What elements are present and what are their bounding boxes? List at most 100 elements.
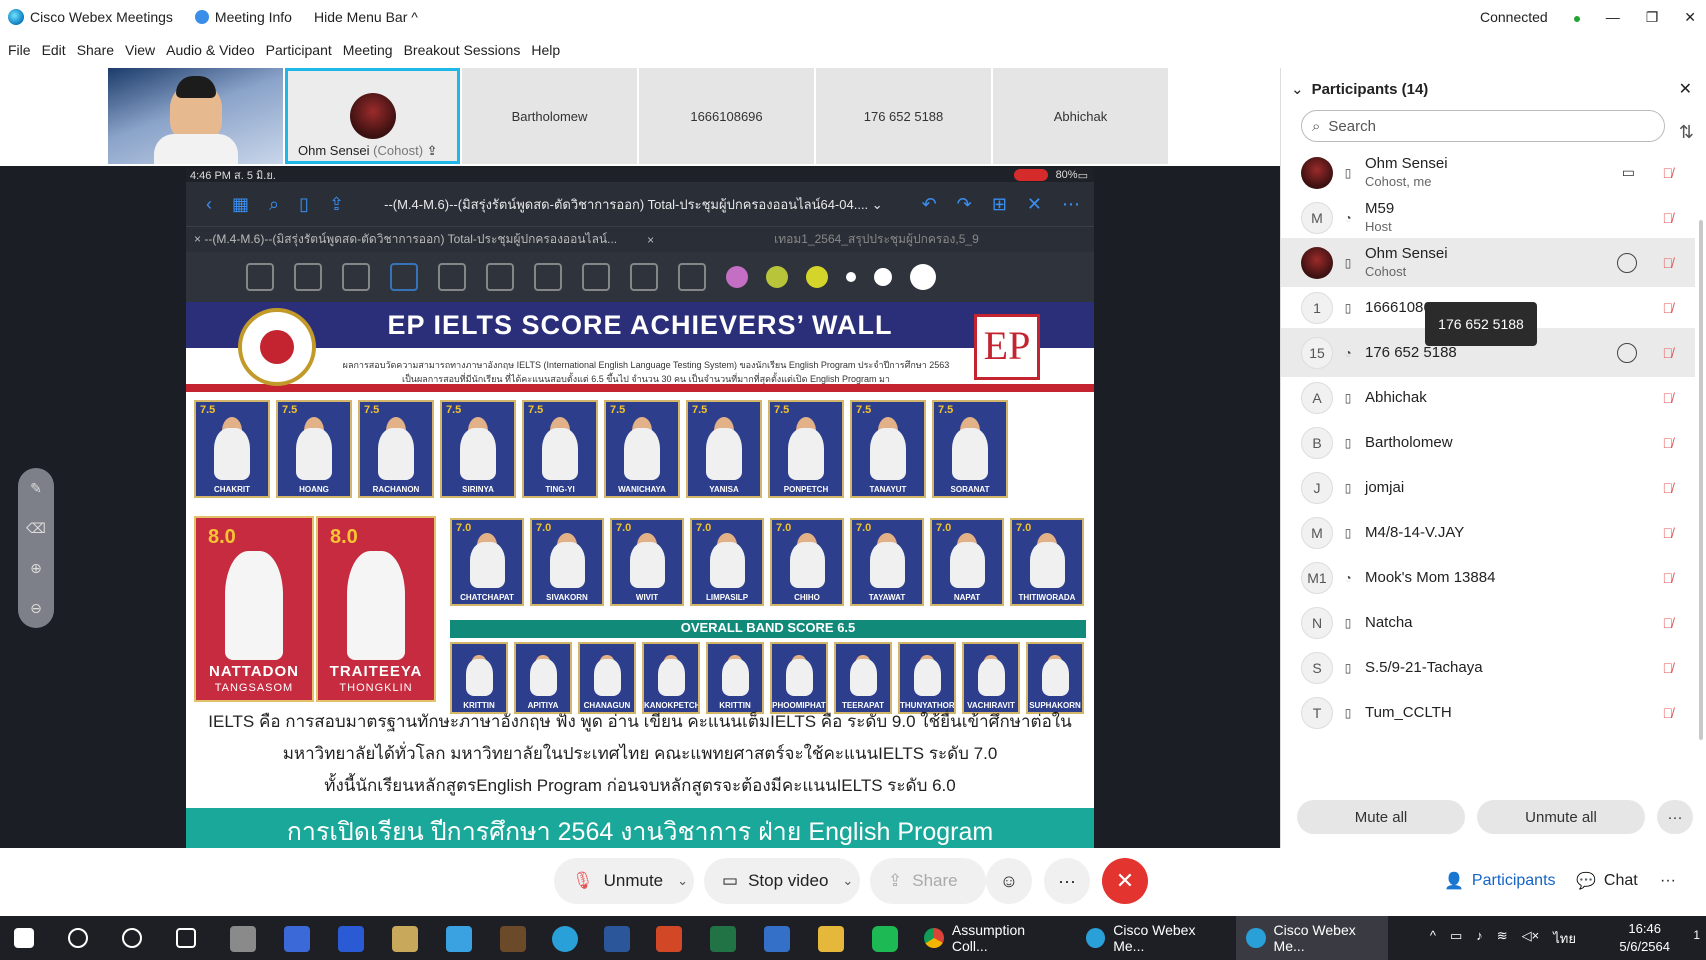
- close-panel-button[interactable]: ✕: [1679, 79, 1692, 99]
- game-icon[interactable]: [230, 926, 256, 952]
- muted-mic-icon[interactable]: 🎙̸: [1663, 345, 1674, 361]
- zoom-out-icon[interactable]: ⊖: [18, 588, 54, 628]
- microphone-icon[interactable]: ♪: [1476, 928, 1483, 949]
- end-meeting-button[interactable]: ✕: [1102, 858, 1148, 904]
- participants-toggle-button[interactable]: 👤 Participants: [1444, 858, 1556, 904]
- muted-mic-icon[interactable]: 🎙̸: [1663, 525, 1674, 541]
- muted-mic-icon[interactable]: 🎙̸: [1663, 570, 1674, 586]
- chevron-down-icon[interactable]: ⌄: [842, 873, 853, 889]
- size-large-swatch[interactable]: [910, 264, 936, 290]
- video-thumbnail-abhichak[interactable]: Abhichak: [993, 68, 1168, 164]
- participant-row[interactable]: N ▯ Natcha 🎙̸: [1281, 598, 1695, 647]
- zoom-in-icon[interactable]: ⊕: [18, 548, 54, 588]
- chat-bubble-icon[interactable]: [1617, 342, 1637, 363]
- excel-icon[interactable]: [710, 926, 736, 952]
- close-icon[interactable]: ✕: [1027, 194, 1042, 215]
- search-icon[interactable]: ⌕: [269, 194, 279, 215]
- panel-options-button[interactable]: ···: [1660, 858, 1676, 904]
- participant-row[interactable]: ▯ Ohm Sensei Cohost 🎙̸: [1281, 238, 1695, 287]
- redo-icon[interactable]: ↷: [957, 194, 972, 215]
- color-pink-swatch[interactable]: [726, 266, 748, 288]
- participant-row[interactable]: M ▯ M4/8-14-V.JAY 🎙̸: [1281, 508, 1695, 557]
- muted-mic-icon[interactable]: 🎙̸: [1663, 705, 1674, 721]
- menu-breakout-sessions[interactable]: Breakout Sessions: [404, 42, 521, 58]
- color-olive-swatch[interactable]: [766, 266, 788, 288]
- menu-audio-video[interactable]: Audio & Video: [166, 42, 254, 58]
- panel-more-button[interactable]: ···: [1657, 800, 1693, 834]
- volume-icon[interactable]: ◁×: [1522, 928, 1540, 949]
- back-icon[interactable]: ‹: [206, 194, 212, 215]
- annotate-icon[interactable]: ✎: [18, 468, 54, 508]
- taskbar-app-webex-2[interactable]: Cisco Webex Me...: [1236, 916, 1388, 960]
- app-icon[interactable]: [500, 926, 526, 952]
- muted-mic-icon[interactable]: 🎙̸: [1663, 615, 1674, 631]
- muted-mic-icon[interactable]: 🎙̸: [1663, 435, 1674, 451]
- share-icon[interactable]: ⇪: [329, 194, 344, 215]
- webex-icon[interactable]: [552, 926, 578, 952]
- muted-mic-icon[interactable]: 🎙̸: [1663, 660, 1674, 676]
- share-button[interactable]: ⇪ Share: [870, 858, 986, 904]
- add-page-icon[interactable]: ⊞: [992, 194, 1007, 215]
- video-thumbnail-bartholomew[interactable]: Bartholomew: [462, 68, 637, 164]
- minimize-button[interactable]: —: [1606, 9, 1620, 25]
- more-options-button[interactable]: ···: [1044, 858, 1090, 904]
- eraser-icon[interactable]: ⌫: [18, 508, 54, 548]
- stop-video-button[interactable]: ▭ Stop video ⌄: [704, 858, 860, 904]
- reactions-button[interactable]: ☺: [986, 858, 1032, 904]
- muted-mic-icon[interactable]: 🎙̸: [1663, 300, 1674, 316]
- taskbar-app-chrome[interactable]: Assumption Coll...: [914, 916, 1064, 960]
- laser-icon[interactable]: [678, 263, 706, 291]
- more-icon[interactable]: ⋯: [1062, 194, 1080, 215]
- participant-row[interactable]: M1 ◔ Mook's Mom 13884 🎙̸: [1281, 553, 1695, 602]
- grid-icon[interactable]: ▦: [232, 194, 249, 215]
- video-thumbnail-1766525188[interactable]: 176 652 5188: [816, 68, 991, 164]
- word-icon[interactable]: [604, 926, 630, 952]
- participant-row[interactable]: B ▯ Bartholomew 🎙̸: [1281, 418, 1695, 467]
- search-input[interactable]: ⌕ Search: [1301, 110, 1665, 142]
- menu-view[interactable]: View: [125, 42, 155, 58]
- camera-icon[interactable]: [582, 263, 610, 291]
- meeting-info-button[interactable]: Meeting Info: [194, 9, 292, 25]
- show-hidden-icons-icon[interactable]: ^: [1430, 928, 1436, 949]
- menu-participant[interactable]: Participant: [266, 42, 332, 58]
- video-thumbnail-ohm-sensei[interactable]: Ohm Sensei (Cohost) ⇪: [285, 68, 460, 164]
- powerpoint-icon[interactable]: [656, 926, 682, 952]
- text-icon[interactable]: [630, 263, 658, 291]
- color-yellow-swatch[interactable]: [806, 266, 828, 288]
- image-icon[interactable]: [534, 263, 562, 291]
- video-thumbnail-self[interactable]: [108, 68, 283, 164]
- app-icon[interactable]: [338, 926, 364, 952]
- input-language[interactable]: ไทย: [1553, 928, 1576, 949]
- participant-row[interactable]: ▯ Ohm Sensei Cohost, me 🎙̸ ▭: [1281, 148, 1695, 197]
- chat-bubble-icon[interactable]: [1617, 252, 1637, 273]
- panel-scrollbar[interactable]: [1699, 220, 1703, 740]
- pen-icon[interactable]: [294, 263, 322, 291]
- chat-toggle-button[interactable]: 💬 Chat: [1576, 858, 1638, 904]
- unmute-all-button[interactable]: Unmute all: [1477, 800, 1645, 834]
- chevron-down-icon[interactable]: ⌄: [677, 873, 688, 889]
- windows-start-icon[interactable]: [14, 928, 34, 948]
- search-icon[interactable]: [68, 928, 88, 948]
- document-tab-2[interactable]: เทอม1_2564_สรุปประชุมผู้ปกครอง,5_9: [774, 230, 979, 249]
- mute-all-button[interactable]: Mute all: [1297, 800, 1465, 834]
- app-icon[interactable]: [392, 926, 418, 952]
- app-icon[interactable]: [284, 926, 310, 952]
- document-tab-close[interactable]: ×: [647, 233, 654, 247]
- participant-row[interactable]: S ▯ S.5/9-21-Tachaya 🎙̸: [1281, 643, 1695, 692]
- taskbar-clock[interactable]: 16:46 5/6/2564: [1619, 920, 1670, 956]
- muted-mic-icon[interactable]: 🎙̸: [1663, 165, 1674, 181]
- highlighter-icon[interactable]: [390, 263, 418, 291]
- file-explorer-icon[interactable]: [818, 926, 844, 952]
- lasso-icon[interactable]: [486, 263, 514, 291]
- menu-help[interactable]: Help: [531, 42, 560, 58]
- menu-share[interactable]: Share: [77, 42, 114, 58]
- menu-meeting[interactable]: Meeting: [343, 42, 393, 58]
- document-tab-1[interactable]: × --(M.4-M.6)--(มิสรุ่งรัตน์พูดสด-ตัดวิช…: [194, 230, 617, 249]
- cortana-icon[interactable]: [122, 928, 142, 948]
- menu-file[interactable]: File: [8, 42, 31, 58]
- muted-mic-icon[interactable]: 🎙̸: [1663, 210, 1674, 226]
- app-icon[interactable]: [446, 926, 472, 952]
- sort-icon[interactable]: ⇅: [1679, 122, 1694, 143]
- line-icon[interactable]: [872, 926, 898, 952]
- app-icon[interactable]: [764, 926, 790, 952]
